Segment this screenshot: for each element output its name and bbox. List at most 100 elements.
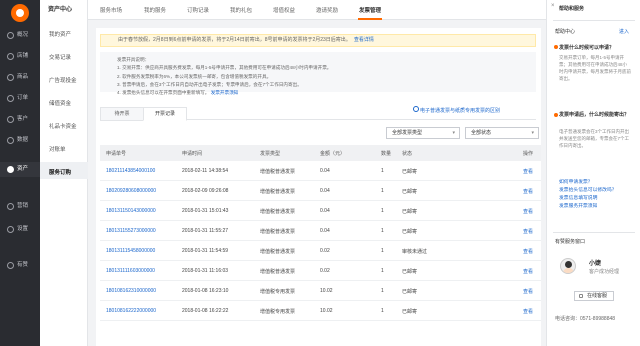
row-qty: 1	[381, 228, 384, 234]
sub-item-stored-funds[interactable]: 储值资金	[49, 99, 71, 107]
active-tab-indicator	[358, 18, 382, 20]
row-type: 增值税普通发票	[260, 229, 296, 235]
row-status: 已邮寄	[402, 189, 418, 195]
faq-answer: 电子普通发票会在3个工作日内开出并发送至您的邮箱，专票会在7个工作日内寄出。	[559, 129, 630, 148]
row-status: 已邮寄	[402, 309, 418, 315]
faq-question: 发票什么时候可以申请？	[559, 45, 615, 51]
faq-link[interactable]: 发票信息填写说明	[559, 194, 597, 201]
nav-item-assets[interactable]: 资产	[0, 162, 40, 177]
notice-text: 由于春节放假，2月8日到6点前申请的发票，将于2月14日前寄出，8号前申请的发票…	[118, 37, 351, 43]
nav-item-youzan[interactable]: 有赞	[0, 258, 40, 273]
info-line: 2. 软件服务发票税率为6%，本公司发票统一邮寄，包含增值税发票的开具。	[117, 73, 272, 79]
subtab-records[interactable]: 开票记录	[143, 107, 187, 121]
row-time: 2018-01-08 16:23:10	[182, 288, 229, 294]
help-center-title: 帮助中心	[555, 29, 576, 35]
faq-link[interactable]: 发票抬头信息可以修改吗？	[559, 186, 617, 193]
row-qty: 1	[381, 268, 384, 274]
row-amount: 10.02	[320, 308, 333, 314]
sub-item-service-order[interactable]: 服务订购	[49, 168, 71, 176]
row-amount: 0.04	[320, 228, 330, 234]
online-service-label: 在线客服	[587, 293, 608, 299]
invoice-type-select[interactable]: 全部发票类型 ▾	[386, 127, 460, 139]
row-time: 2018-01-08 16:22:22	[182, 308, 229, 314]
nav-item-data[interactable]: 数据	[0, 133, 40, 148]
row-type: 增值税普通发票	[260, 169, 296, 175]
row-id-link[interactable]: 180209280608000000	[106, 188, 156, 194]
nav-item-goods[interactable]: 商品	[0, 70, 40, 85]
row-id-link[interactable]: 180131111603000000	[106, 268, 155, 274]
subtab-pending[interactable]: 待开票	[100, 107, 144, 121]
table-row: 180211143854000100 2018-02-11 14:38:54 增…	[100, 161, 541, 181]
online-service-button[interactable]: 在线客服	[574, 291, 614, 301]
invoice-info-box: 发票开具说明： 1. 交易开票：供应商开具服务费发票，每月1-5号申请开票，其他…	[100, 52, 536, 95]
phone-text: 电话咨询：0571-89988848	[555, 316, 616, 322]
row-time: 2018-01-31 11:54:59	[182, 248, 229, 254]
info-line: 1. 交易开票：供应商开具服务费发票，每月1-5号申请开票，其他费用可在申请成功…	[117, 65, 332, 71]
nav-item-marketing[interactable]: 营销	[0, 199, 40, 214]
row-qty: 1	[381, 248, 384, 254]
close-icon[interactable]: ×	[551, 3, 555, 9]
logo-icon[interactable]	[11, 4, 29, 22]
tab-my-services[interactable]: 我的服务	[144, 6, 166, 14]
nav-item-orders[interactable]: 订单	[0, 91, 40, 106]
nav-item-store[interactable]: 店铺	[0, 49, 40, 64]
tab-value-rights[interactable]: 增值权益	[273, 6, 295, 14]
row-view-link[interactable]: 查看	[523, 248, 533, 255]
chat-icon	[579, 294, 583, 298]
row-type: 增值税普通发票	[260, 209, 296, 215]
row-view-link[interactable]: 查看	[523, 208, 533, 215]
row-view-link[interactable]: 查看	[523, 188, 533, 195]
row-id-link[interactable]: 180131155273000000	[106, 228, 156, 234]
sub-item-statement[interactable]: 对账单	[49, 145, 66, 153]
row-id-link[interactable]: 180211143854000100	[106, 168, 155, 174]
row-status: 已邮寄	[402, 269, 418, 275]
info-line-wrap: 4. 发票抬头信息可以在开票页面中重新填写。 发票开票须知	[117, 89, 536, 97]
row-view-link[interactable]: 查看	[523, 168, 533, 175]
row-time: 2018-02-11 14:38:54	[182, 168, 229, 174]
row-id-link[interactable]: 180131150143000000	[106, 208, 156, 214]
row-type: 增值税普通发票	[260, 269, 296, 275]
row-amount: 0.04	[320, 188, 330, 194]
row-view-link[interactable]: 查看	[523, 228, 533, 235]
nav-item-overview[interactable]: 概况	[0, 28, 40, 43]
nav-item-customers[interactable]: 客户	[0, 112, 40, 127]
row-status: 审核未通过	[402, 249, 428, 255]
orders-icon	[7, 95, 14, 102]
tab-order-records[interactable]: 订购记录	[187, 6, 209, 14]
row-id-link[interactable]: 180108162222000000	[106, 308, 156, 314]
row-qty: 1	[381, 188, 384, 194]
status-select[interactable]: 全部状态 ▾	[465, 127, 539, 139]
sub-item-my-assets[interactable]: 我的资产	[49, 30, 71, 38]
sub-item-giftcard-funds[interactable]: 礼品卡资金	[49, 122, 77, 130]
nav-item-settings[interactable]: 设置	[0, 222, 40, 237]
row-id-link[interactable]: 180131115458000000	[106, 248, 155, 254]
divider	[553, 20, 635, 21]
row-amount: 0.04	[320, 168, 330, 174]
sub-item-transactions[interactable]: 交易记录	[49, 53, 71, 61]
row-view-link[interactable]: 查看	[523, 288, 533, 295]
row-id-link[interactable]: 180108162310000000	[106, 288, 156, 294]
row-view-link[interactable]: 查看	[523, 268, 533, 275]
bullet-dot	[554, 45, 558, 49]
sub-item-ad-funds[interactable]: 广告现投金	[49, 76, 77, 84]
faq-link[interactable]: 发票服务开票须知	[559, 202, 597, 209]
row-view-link[interactable]: 查看	[523, 308, 533, 315]
notice-link[interactable]: 查看详情	[354, 37, 374, 43]
tab-my-gifts[interactable]: 我的礼包	[230, 6, 252, 14]
info-line: 发票开具说明：	[117, 57, 150, 62]
invoice-diff-link[interactable]: 电子普通发票与纸质专用发票的区别	[420, 107, 500, 114]
row-status: 已邮寄	[402, 229, 418, 235]
tab-service-market[interactable]: 服务市场	[100, 6, 122, 14]
tab-invoice-management[interactable]: 发票管理	[359, 6, 381, 14]
row-time: 2018-01-31 15:01:43	[182, 208, 229, 214]
info-icon	[413, 106, 419, 112]
row-type: 增值税专用发票	[260, 309, 296, 315]
tab-invite-rewards[interactable]: 邀请奖励	[316, 6, 338, 14]
help-center-more-link[interactable]: 进入	[619, 28, 629, 35]
info-link[interactable]: 发票开票须知	[211, 90, 239, 95]
main-nav: 概况 店铺 商品 订单 客户 数据 资产 营销 设置 有赞	[0, 0, 40, 346]
table-header: 申请单号 申请时间 发票类型 金额（元） 数量 状态 操作	[100, 145, 541, 161]
info-line: 4. 发票抬头信息可以在开票页面中重新填写。	[117, 90, 210, 96]
row-status: 已邮寄	[402, 289, 418, 295]
faq-link[interactable]: 如何申请发票？	[559, 178, 593, 185]
